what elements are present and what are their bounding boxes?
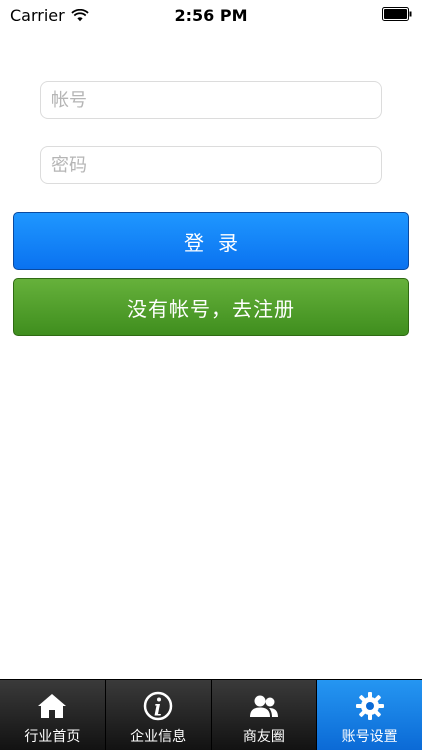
tab-account-settings[interactable]: 账号设置 [316, 680, 422, 750]
register-button-label: 没有帐号，去注册 [127, 296, 295, 321]
account-input[interactable] [40, 81, 382, 119]
login-screen: Carrier 2:56 PM 登录 没有帐号，去注册 [0, 0, 422, 750]
tab-label: 行业首页 [24, 729, 81, 745]
battery-icon [382, 7, 412, 21]
login-button[interactable]: 登录 [13, 212, 409, 270]
tab-label: 账号设置 [341, 729, 398, 745]
status-bar: Carrier 2:56 PM [0, 0, 422, 30]
status-time: 2:56 PM [174, 6, 248, 25]
login-button-label: 登录 [184, 230, 252, 255]
info-icon [142, 690, 174, 722]
tab-bar: 行业首页 企业信息 商友圈 账号设置 [0, 679, 422, 750]
tab-company-info[interactable]: 企业信息 [104, 680, 211, 750]
tab-label: 企业信息 [130, 729, 187, 745]
tab-business-circle[interactable]: 商友圈 [210, 680, 317, 750]
home-icon [36, 690, 68, 722]
tab-label: 商友圈 [242, 729, 285, 745]
gear-icon [354, 690, 386, 722]
password-input[interactable] [40, 146, 382, 184]
contacts-icon [248, 690, 280, 722]
register-button[interactable]: 没有帐号，去注册 [13, 278, 409, 336]
tab-industry-home[interactable]: 行业首页 [0, 680, 105, 750]
status-right [382, 7, 412, 21]
